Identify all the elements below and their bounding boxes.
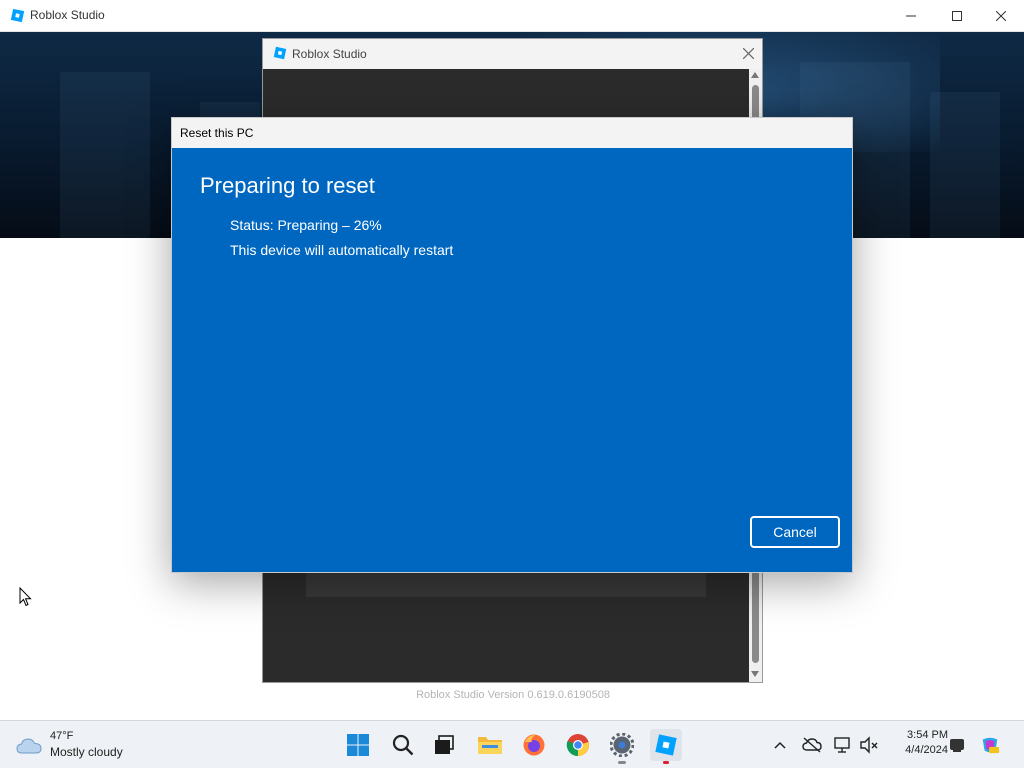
notification-button[interactable] [947,735,967,755]
close-button[interactable] [978,0,1024,31]
scroll-up-icon[interactable] [751,72,759,78]
close-icon [996,10,1006,21]
version-label: Roblox Studio Version 0.619.0.6190508 [416,689,610,701]
splash-content-panel [306,571,706,597]
clock-time: 3:54 PM [907,729,948,741]
mouse-cursor-icon [19,587,32,607]
reset-heading: Preparing to reset [200,173,375,198]
minimize-button[interactable] [888,0,934,31]
roblox-studio-icon [10,8,25,23]
reset-pc-dialog: Reset this PC Preparing to reset Status:… [171,117,853,573]
scroll-down-icon[interactable] [751,671,759,677]
close-icon [742,47,754,59]
notification-bell-icon [950,739,964,752]
active-indicator [663,761,669,764]
onedrive-tray-button[interactable] [802,735,822,755]
cloud-icon [16,738,42,754]
copilot-button[interactable] [980,735,1000,755]
roblox-studio-icon [273,46,287,60]
banner-decoration [930,92,1000,238]
weather-condition: Mostly cloudy [50,745,123,759]
splash-close-button[interactable] [739,44,757,62]
settings-button[interactable] [606,729,638,764]
search-button[interactable] [387,729,419,761]
maximize-icon [952,10,962,21]
network-icon [834,737,850,753]
main-window-title: Roblox Studio [30,8,105,22]
speaker-muted-icon [860,736,878,754]
running-indicator [618,761,626,764]
roblox-studio-icon [655,734,677,756]
start-button[interactable] [342,729,374,761]
main-window-titlebar: Roblox Studio [0,0,1024,32]
chrome-button[interactable] [562,729,594,761]
gear-icon [610,733,634,757]
firefox-button[interactable] [518,729,550,761]
restart-notice: This device will automatically restart [230,242,454,258]
windows-logo-icon [347,734,369,756]
file-explorer-button[interactable] [474,729,506,761]
splash-title: Roblox Studio [292,47,367,61]
clock-date: 4/4/2024 [905,744,948,756]
reset-dialog-titlebar: Reset this PC [172,118,852,148]
show-hidden-icons-button[interactable] [770,735,790,755]
weather-temperature: 47°F [50,730,74,742]
taskbar: 47°F Mostly cloudy 3:54 PM 4/4/2024 [0,720,1024,768]
firefox-icon [523,734,545,756]
task-view-icon [435,735,454,754]
search-icon [392,734,414,756]
network-tray-button[interactable] [833,735,853,755]
reset-status-text: Status: Preparing – 26% [230,217,382,233]
taskbar-clock[interactable]: 3:54 PM 4/4/2024 [884,729,948,756]
weather-widget[interactable]: 47°F Mostly cloudy [16,727,156,763]
minimize-icon [906,15,916,16]
maximize-button[interactable] [934,0,980,31]
volume-tray-button[interactable] [859,735,879,755]
task-view-button[interactable] [428,729,460,761]
folder-icon [478,737,502,754]
copilot-icon [982,737,1000,754]
cloud-offline-icon [802,737,822,753]
cancel-button[interactable]: Cancel [750,516,840,548]
reset-dialog-title: Reset this PC [180,126,254,140]
roblox-studio-taskbar-button[interactable] [650,729,682,764]
splash-titlebar: Roblox Studio [263,39,762,69]
banner-decoration [60,72,150,238]
chrome-icon [566,734,589,757]
chevron-up-icon [774,741,786,749]
